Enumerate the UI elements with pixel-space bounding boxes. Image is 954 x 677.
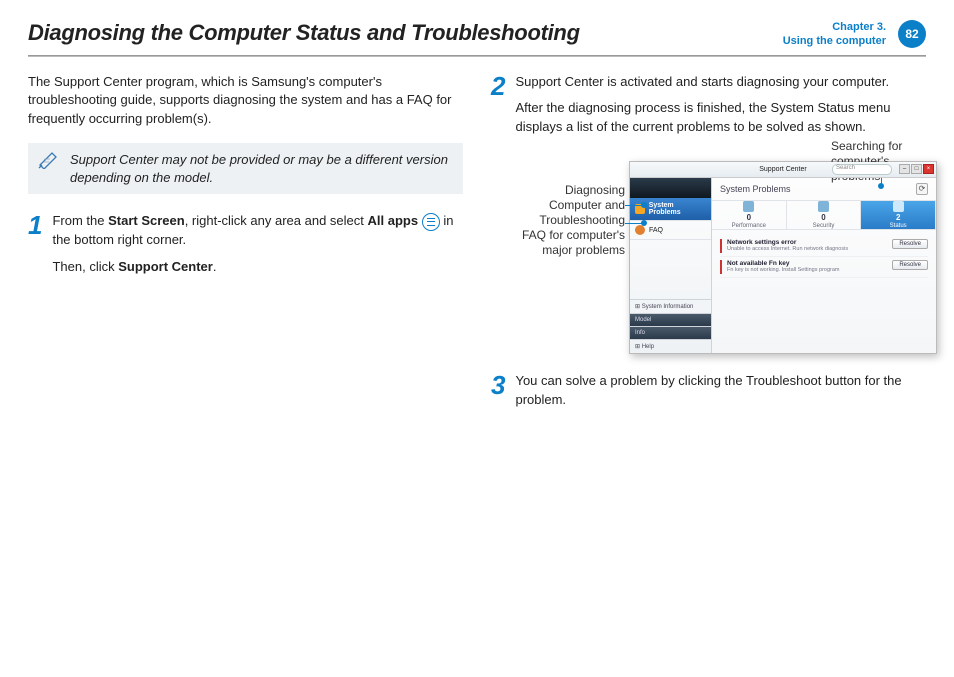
chapter-name: Using the computer [783,34,886,48]
note-icon [38,151,60,169]
sidebar-label: FAQ [649,227,663,234]
sidebar-model[interactable]: Model [630,313,711,326]
support-center-window: Support Center Search – □ × System Probl… [629,161,937,354]
sidebar-header [630,178,711,198]
step-3: 3 You can solve a problem by clicking th… [491,372,926,418]
window-title: Support Center [759,166,806,173]
faq-icon [635,225,645,235]
problem-title: Not available Fn key [727,260,790,267]
tab-label: Status [890,223,907,229]
note-text: Support Center may not be provided or ma… [70,152,448,185]
tab-value: 0 [747,213,751,222]
problem-row: Not available Fn keyFn key is not workin… [720,257,928,278]
refresh-button[interactable]: ⟳ [916,183,928,195]
gauge-icon [743,201,754,212]
tab-label: Performance [732,223,766,229]
sidebar-label: System Problems [649,202,706,216]
header-rule [28,55,926,57]
sidebar-system-information[interactable]: ⊞ System Information [630,299,711,313]
page-title: Diagnosing the Computer Status and Troub… [28,20,771,46]
step-number: 1 [28,212,42,285]
callout-diagnosing: Diagnosing Computer and Troubleshooting [517,183,625,228]
problem-row: Network settings errorUnable to access I… [720,236,928,257]
chapter-number: Chapter 3. [783,20,886,34]
step-2-text-b: After the diagnosing process is finished… [515,99,926,137]
tab-value: 0 [821,213,825,222]
step-1-text: From the Start Screen, right-click any a… [52,212,463,250]
maximize-button[interactable]: □ [911,164,922,174]
status-tabs: 0Performance 0Security 2Status [712,200,936,230]
tab-value: 2 [896,213,900,222]
tab-security[interactable]: 0Security [787,201,862,229]
step-1: 1 From the Start Screen, right-click any… [28,212,463,285]
step-2-text-a: Support Center is activated and starts d… [515,73,926,92]
note-box: Support Center may not be provided or ma… [28,143,463,194]
tab-status[interactable]: 2Status [861,201,936,229]
sidebar-info[interactable]: Info [630,326,711,339]
problem-title: Network settings error [727,239,796,246]
step-3-text: You can solve a problem by clicking the … [515,372,926,410]
main-panel: System Problems ⟳ 0Performance 0Security … [712,178,936,353]
page-number-badge: 82 [898,20,926,48]
step-1-text-2: Then, click Support Center. [52,258,463,277]
problem-desc: Unable to access Internet. Run network d… [727,246,887,252]
screenshot-annotation: Diagnosing Computer and Troubleshooting … [491,161,926,354]
problem-desc: Fn key is not working. Install Settings … [727,267,887,273]
sidebar-footer: ⊞ System Information Model Info ⊞ Help [630,299,711,353]
step-number: 2 [491,73,505,146]
minimize-button[interactable]: – [899,164,910,174]
window-buttons: – □ × [899,164,934,174]
search-input[interactable]: Search [832,164,892,175]
close-button[interactable]: × [923,164,934,174]
resolve-button[interactable]: Resolve [892,239,928,249]
problem-list: Network settings errorUnable to access I… [712,230,936,284]
sidebar-help[interactable]: ⊞ Help [630,339,711,353]
resolve-button[interactable]: Resolve [892,260,928,270]
tab-performance[interactable]: 0Performance [712,201,787,229]
severity-bar [720,260,722,274]
intro-text: The Support Center program, which is Sam… [28,73,463,130]
window-titlebar: Support Center Search – □ × [630,162,936,178]
callout-faq: FAQ for computer's major problems [517,228,625,258]
disk-icon [893,201,904,212]
chapter-label: Chapter 3. Using the computer [783,20,886,49]
step-2: 2 Support Center is activated and starts… [491,73,926,146]
all-apps-icon [422,213,440,231]
tab-label: Security [813,223,835,229]
shield-icon [818,201,829,212]
severity-bar [720,239,722,253]
main-title: System Problems [720,184,791,194]
step-number: 3 [491,372,505,418]
